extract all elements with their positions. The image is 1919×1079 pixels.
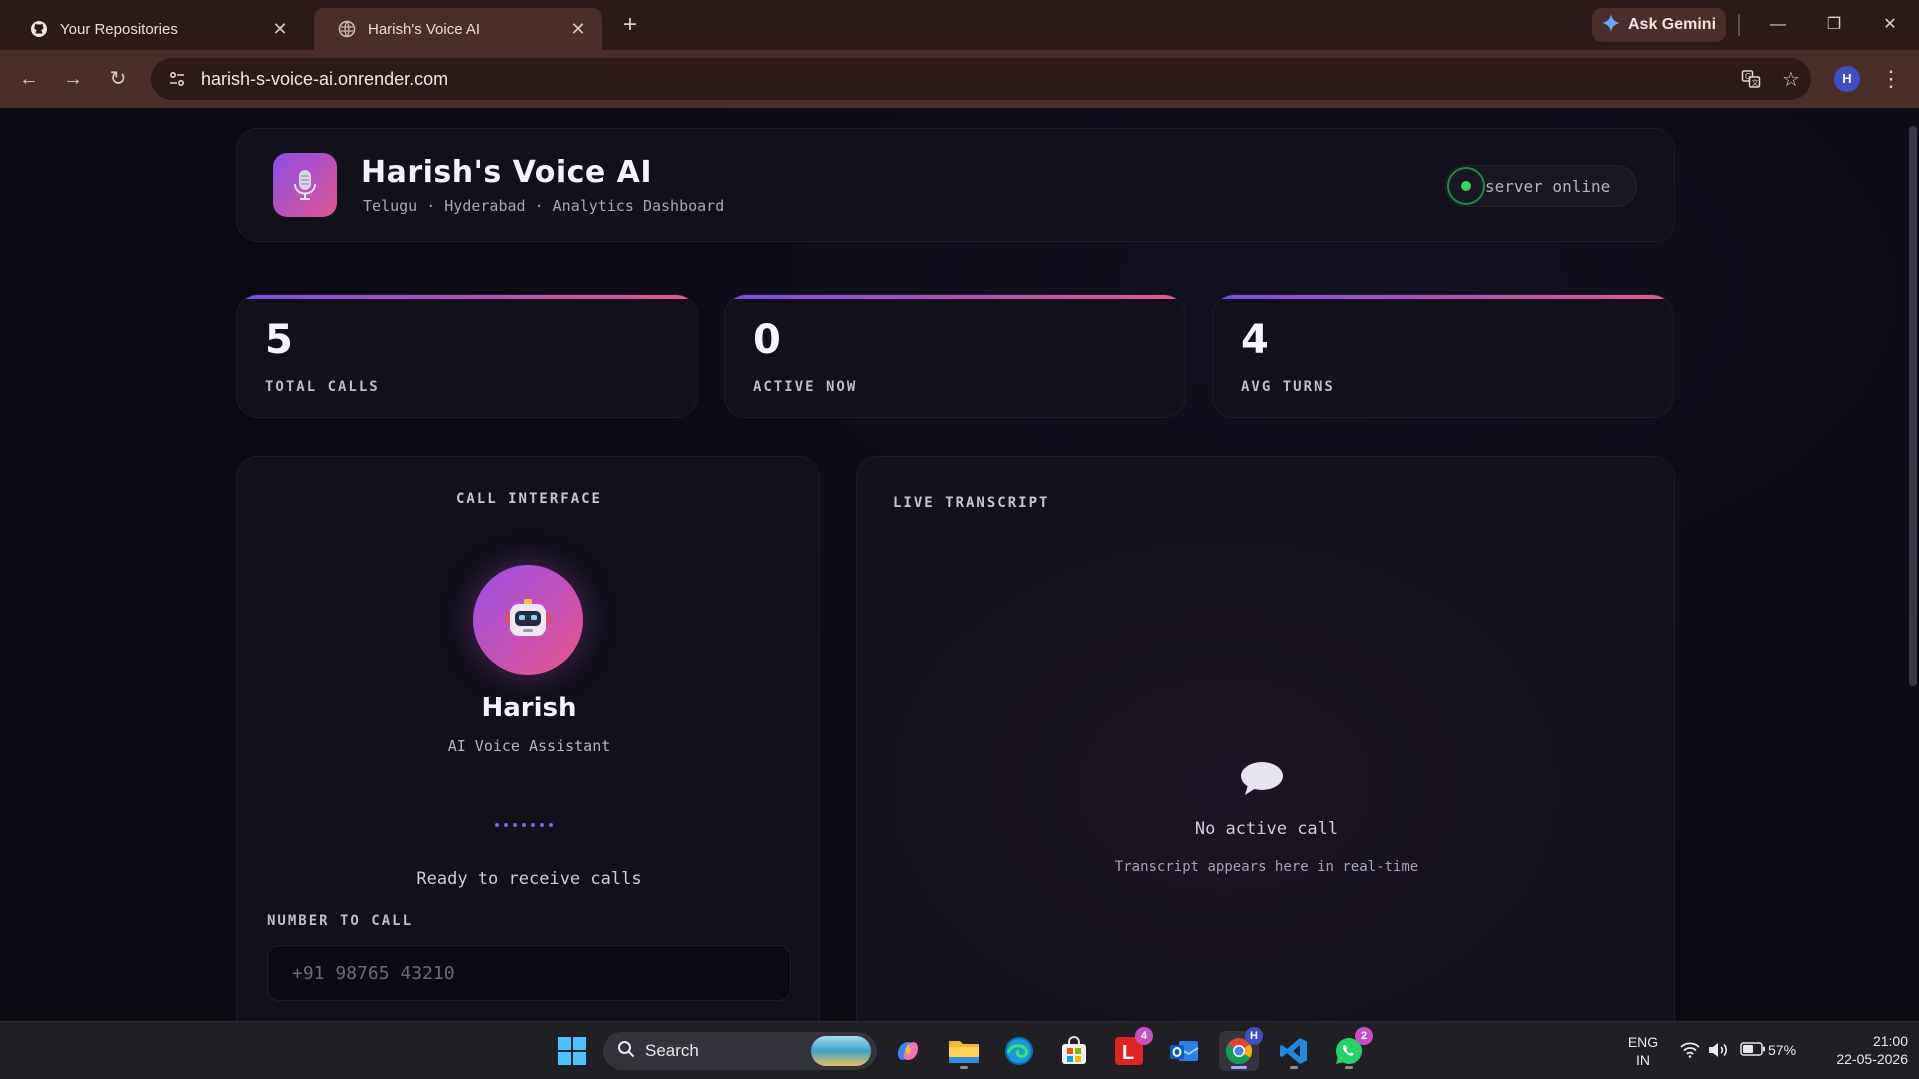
close-tab-icon[interactable]: ✕ — [270, 19, 290, 39]
stat-label: TOTAL CALLS — [265, 379, 380, 395]
input-language-indicator[interactable]: ENG IN — [1626, 1033, 1660, 1069]
file-explorer-icon[interactable] — [944, 1031, 984, 1071]
whatsapp-icon[interactable]: 2 — [1329, 1027, 1373, 1071]
stat-label: ACTIVE NOW — [753, 379, 858, 395]
robot-avatar-icon — [473, 565, 583, 675]
bookmark-star-icon[interactable]: ☆ — [1771, 59, 1811, 99]
browser-tab-bar: Your Repositories ✕ Harish's Voice AI ✕ … — [0, 0, 1919, 50]
stat-value: 4 — [1241, 317, 1269, 363]
stat-label: AVG TURNS — [1241, 379, 1335, 395]
gemini-sparkle-icon — [1601, 13, 1620, 37]
divider — [1738, 14, 1740, 36]
region-label: IN — [1636, 1052, 1650, 1068]
url-text: harish-s-voice-ai.onrender.com — [201, 68, 449, 89]
page-subtitle: Telugu · Hyderabad · Analytics Dashboard — [363, 197, 725, 215]
search-icon — [617, 1040, 635, 1063]
translate-icon[interactable]: G文 — [1731, 59, 1771, 99]
site-settings-icon[interactable] — [157, 59, 197, 99]
call-interface-title: CALL INTERFACE — [455, 491, 602, 507]
ask-gemini-label: Ask Gemini — [1627, 16, 1717, 33]
stat-card-active-now: 0 ACTIVE NOW — [724, 294, 1186, 418]
close-window-icon[interactable]: ✕ — [1870, 10, 1910, 40]
edge-icon[interactable] — [999, 1031, 1039, 1071]
taskbar-search-box[interactable]: Search — [603, 1032, 877, 1070]
windows-taskbar: Search L 4 H 2 ENG IN 57% 21:00 22-05-20… — [0, 1021, 1919, 1079]
agent-role: AI Voice Assistant — [447, 737, 611, 755]
chrome-icon[interactable]: H — [1219, 1027, 1263, 1071]
clock-time: 21:00 — [1872, 1033, 1908, 1049]
microphone-logo-icon — [273, 153, 337, 217]
call-status-text: Ready to receive calls — [416, 869, 642, 889]
wifi-icon[interactable] — [1680, 1042, 1700, 1063]
call-interface-panel: CALL INTERFACE Harish AI Voice Assistant… — [236, 456, 820, 1021]
clock[interactable]: 21:00 22-05-2026 — [1812, 1032, 1908, 1068]
l-app-icon[interactable]: L 4 — [1109, 1027, 1153, 1071]
stat-value: 0 — [753, 317, 781, 363]
restore-icon[interactable]: ❐ — [1814, 10, 1854, 40]
stat-value: 5 — [265, 317, 293, 363]
minimize-icon[interactable]: — — [1758, 10, 1798, 40]
back-arrow-icon[interactable]: ← — [14, 64, 44, 94]
new-tab-button[interactable]: + — [616, 12, 644, 40]
stat-card-total-calls: 5 TOTAL CALLS — [236, 294, 698, 418]
server-status-badge: server online — [1445, 165, 1637, 207]
scrollbar[interactable] — [1909, 126, 1917, 686]
notification-badge: 2 — [1355, 1027, 1373, 1045]
no-active-call-text: No active call — [1194, 819, 1339, 839]
transcript-hint-text: Transcript appears here in real-time — [1114, 859, 1419, 875]
agent-name: Harish — [481, 693, 577, 723]
tab-title: Harish's Voice AI — [368, 20, 481, 38]
language-label: ENG — [1627, 1034, 1659, 1050]
phone-number-input[interactable] — [267, 945, 791, 1001]
svg-text:L: L — [1122, 1042, 1134, 1064]
waveform-indicator — [495, 823, 553, 827]
profile-avatar[interactable]: H — [1834, 66, 1860, 92]
search-label: Search — [645, 1041, 699, 1060]
clock-date: 22-05-2026 — [1836, 1051, 1908, 1067]
battery-icon[interactable] — [1740, 1042, 1766, 1061]
forward-arrow-icon[interactable]: → — [58, 64, 88, 94]
copilot-icon[interactable] — [888, 1031, 928, 1071]
address-bar[interactable]: harish-s-voice-ai.onrender.com G文 ☆ — [151, 58, 1811, 100]
status-indicator-icon — [1447, 167, 1485, 205]
svg-text:文: 文 — [1752, 78, 1759, 87]
github-icon — [30, 20, 48, 38]
microsoft-store-icon[interactable] — [1054, 1031, 1094, 1071]
outlook-icon[interactable] — [1164, 1031, 1204, 1071]
tab-your-repositories[interactable]: Your Repositories ✕ — [6, 8, 304, 50]
notification-badge: 4 — [1135, 1027, 1153, 1045]
vscode-icon[interactable] — [1274, 1031, 1314, 1071]
ask-gemini-button[interactable]: Ask Gemini — [1592, 8, 1726, 42]
tab-harish-voice-ai[interactable]: Harish's Voice AI ✕ — [314, 8, 602, 50]
speech-bubble-icon — [1239, 759, 1285, 799]
page-content: Harish's Voice AI Telugu · Hyderabad · A… — [0, 108, 1919, 1021]
reload-icon[interactable]: ↻ — [103, 64, 133, 94]
browser-toolbar: ← → ↻ harish-s-voice-ai.onrender.com G文 … — [0, 50, 1919, 108]
live-transcript-panel: LIVE TRANSCRIPT No active call Transcrip… — [856, 456, 1675, 1021]
close-tab-icon[interactable]: ✕ — [568, 19, 588, 39]
header-card: Harish's Voice AI Telugu · Hyderabad · A… — [236, 128, 1675, 242]
live-transcript-title: LIVE TRANSCRIPT — [893, 495, 1050, 511]
battery-percent: 57% — [1768, 1042, 1797, 1058]
windows-start-icon[interactable] — [552, 1031, 592, 1071]
more-menu-icon[interactable]: ⋮ — [1878, 64, 1904, 94]
globe-icon — [338, 20, 356, 38]
stat-card-avg-turns: 4 AVG TURNS — [1212, 294, 1674, 418]
volume-icon[interactable] — [1708, 1042, 1730, 1063]
page-title: Harish's Voice AI — [361, 155, 653, 190]
number-to-call-label: NUMBER TO CALL — [267, 913, 414, 929]
tab-title: Your Repositories — [60, 20, 178, 38]
search-highlight-image — [811, 1036, 871, 1066]
profile-badge: H — [1245, 1027, 1263, 1045]
server-status-text: server online — [1485, 176, 1611, 196]
